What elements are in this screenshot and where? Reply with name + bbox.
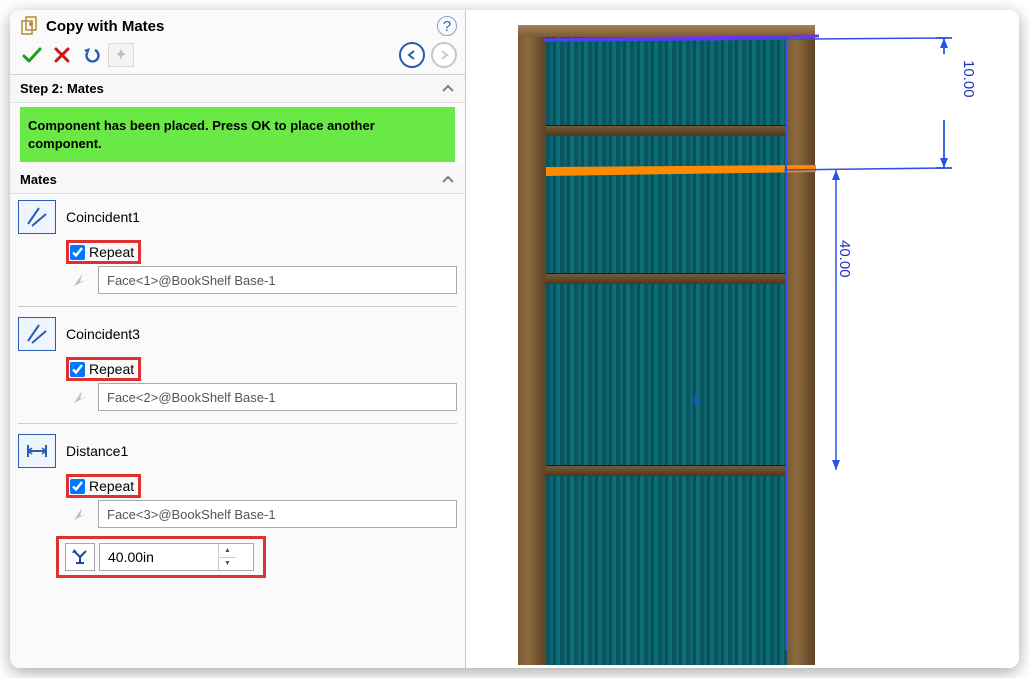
- nav-forward-button: [431, 42, 457, 68]
- chevron-up-icon: [441, 172, 455, 187]
- panel-toolbar: [10, 40, 465, 75]
- repeat-checkbox-input[interactable]: [70, 245, 85, 260]
- repeat-checkbox-input[interactable]: [70, 362, 85, 377]
- ok-button[interactable]: [18, 43, 46, 67]
- highlight-distance: ▲ ▼: [56, 536, 266, 578]
- face-selection-row: [66, 383, 457, 411]
- mates-title: Mates: [20, 172, 57, 187]
- mate-item: Coincident3: [18, 315, 457, 355]
- repeat-checkbox[interactable]: Repeat: [70, 244, 134, 260]
- spinner-up[interactable]: ▲: [219, 544, 236, 558]
- face-reference-input[interactable]: [98, 266, 457, 294]
- property-manager-panel: Copy with Mates ?: [10, 10, 466, 668]
- dimension-side: 40.00: [836, 240, 853, 278]
- app-window: Copy with Mates ?: [10, 10, 1019, 668]
- highlight-repeat: Repeat: [66, 474, 141, 498]
- cursor-arrow-icon: [66, 385, 90, 409]
- mate-item: Distance1: [18, 432, 457, 472]
- mate-item: Coincident1: [18, 198, 457, 238]
- distance-value-input[interactable]: [100, 544, 218, 570]
- flip-dimension-icon[interactable]: [65, 543, 95, 571]
- repeat-label: Repeat: [89, 478, 134, 494]
- chevron-up-icon: [441, 81, 455, 96]
- highlight-repeat: Repeat: [66, 240, 141, 264]
- bookshelf-model: [518, 25, 815, 665]
- mate-name: Coincident3: [66, 326, 140, 342]
- face-reference-input[interactable]: [98, 500, 457, 528]
- mates-section-header[interactable]: Mates: [10, 166, 465, 194]
- mate-name: Coincident1: [66, 209, 140, 225]
- pin-button[interactable]: [108, 43, 134, 67]
- step-section-header[interactable]: Step 2: Mates: [10, 75, 465, 103]
- distance-value-field[interactable]: ▲ ▼: [99, 543, 254, 571]
- coincident-icon[interactable]: [18, 317, 56, 351]
- repeat-checkbox-input[interactable]: [70, 479, 85, 494]
- repeat-checkbox[interactable]: Repeat: [70, 478, 134, 494]
- panel-title-row: Copy with Mates ?: [10, 10, 465, 40]
- status-message: Component has been placed. Press OK to p…: [20, 107, 455, 162]
- copy-with-mates-icon: [18, 14, 42, 38]
- dimension-top: 10.00: [960, 60, 977, 98]
- face-selection-row: [66, 500, 457, 528]
- coincident-icon[interactable]: [18, 200, 56, 234]
- distance-icon[interactable]: [18, 434, 56, 468]
- cursor-arrow-icon: [66, 502, 90, 526]
- undo-button[interactable]: [78, 43, 106, 67]
- help-icon[interactable]: ?: [437, 16, 457, 36]
- mate-name: Distance1: [66, 443, 128, 459]
- mates-body: Coincident1 Repeat: [10, 194, 465, 586]
- panel-title: Copy with Mates: [46, 18, 164, 35]
- highlight-repeat: Repeat: [66, 357, 141, 381]
- spinner-down[interactable]: ▼: [219, 558, 236, 571]
- repeat-label: Repeat: [89, 361, 134, 377]
- viewport[interactable]: 10.00 40.00: [466, 10, 1019, 668]
- repeat-label: Repeat: [89, 244, 134, 260]
- nav-back-button[interactable]: [399, 42, 425, 68]
- face-selection-row: [66, 266, 457, 294]
- cancel-button[interactable]: [48, 43, 76, 67]
- cursor-arrow-icon: [66, 268, 90, 292]
- step-title: Step 2: Mates: [20, 81, 104, 96]
- face-reference-input[interactable]: [98, 383, 457, 411]
- distance-spinner[interactable]: ▲ ▼: [218, 544, 236, 570]
- repeat-checkbox[interactable]: Repeat: [70, 361, 134, 377]
